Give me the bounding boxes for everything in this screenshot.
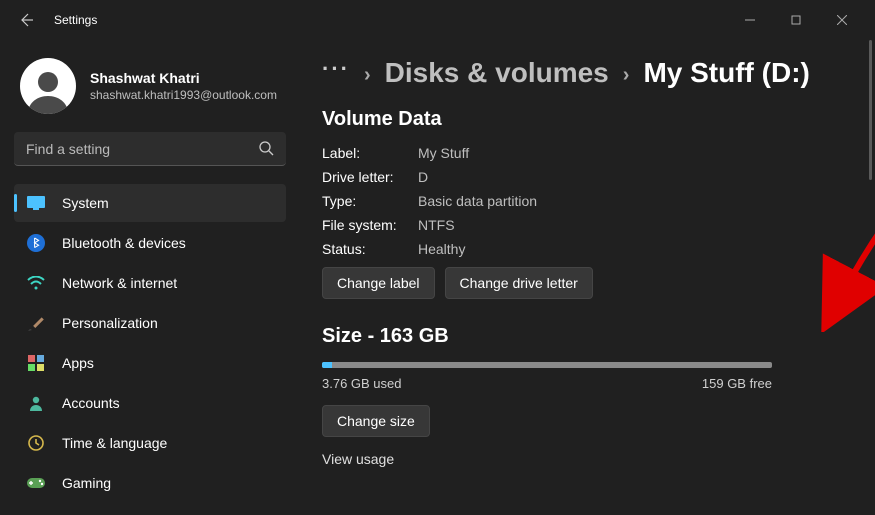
breadcrumb-parent[interactable]: Disks & volumes xyxy=(385,57,609,89)
nav-item-label: Network & internet xyxy=(62,275,177,291)
fs-value: NTFS xyxy=(418,217,455,233)
nav-item-gaming[interactable]: Gaming xyxy=(14,464,286,502)
personalize-icon xyxy=(26,313,46,333)
bluetooth-icon xyxy=(26,233,46,253)
close-button[interactable] xyxy=(819,4,865,36)
scrollbar-thumb[interactable] xyxy=(869,40,872,180)
fs-key: File system: xyxy=(322,217,418,233)
change-label-button[interactable]: Change label xyxy=(322,267,435,299)
nav-item-label: Gaming xyxy=(62,475,111,491)
status-value: Healthy xyxy=(418,241,465,257)
nav-item-label: Accounts xyxy=(62,395,120,411)
user-name: Shashwat Khatri xyxy=(90,70,277,86)
chevron-right-icon: › xyxy=(364,64,371,87)
nav-item-account[interactable]: Accounts xyxy=(14,384,286,422)
nav-item-system[interactable]: System xyxy=(14,184,286,222)
type-key: Type: xyxy=(322,193,418,209)
wifi-icon xyxy=(26,273,46,293)
nav-item-label: Bluetooth & devices xyxy=(62,235,186,251)
status-key: Status: xyxy=(322,241,418,257)
nav-item-label: Apps xyxy=(62,355,94,371)
sidebar: Shashwat Khatri shashwat.khatri1993@outl… xyxy=(0,40,300,515)
time-icon xyxy=(26,433,46,453)
usage-free: 159 GB free xyxy=(702,376,772,391)
window-title: Settings xyxy=(54,13,97,27)
maximize-button[interactable] xyxy=(773,4,819,36)
breadcrumb-current: My Stuff (D:) xyxy=(643,57,809,89)
nav-item-label: Time & language xyxy=(62,435,167,451)
chevron-right-icon: › xyxy=(623,64,630,87)
nav-item-bluetooth[interactable]: Bluetooth & devices xyxy=(14,224,286,262)
system-icon xyxy=(26,193,46,213)
nav-item-label: System xyxy=(62,195,109,211)
titlebar: Settings xyxy=(0,0,875,40)
size-heading: Size - 163 GB xyxy=(322,325,851,348)
nav-item-time[interactable]: Time & language xyxy=(14,424,286,462)
nav-item-apps[interactable]: Apps xyxy=(14,344,286,382)
content-pane: ··· › Disks & volumes › My Stuff (D:) Vo… xyxy=(300,40,875,515)
gaming-icon xyxy=(26,473,46,493)
view-usage-link[interactable]: View usage xyxy=(322,451,851,467)
avatar xyxy=(20,58,76,114)
usage-bar xyxy=(322,362,772,368)
back-button[interactable] xyxy=(10,4,42,36)
nav-item-wifi[interactable]: Network & internet xyxy=(14,264,286,302)
change-size-button[interactable]: Change size xyxy=(322,405,430,437)
label-key: Label: xyxy=(322,145,418,161)
nav-list: System Bluetooth & devices Network & inter… xyxy=(14,184,286,502)
drive-key: Drive letter: xyxy=(322,169,418,185)
minimize-button[interactable] xyxy=(727,4,773,36)
type-value: Basic data partition xyxy=(418,193,537,209)
breadcrumb: ··· › Disks & volumes › My Stuff (D:) xyxy=(322,56,851,90)
search-icon xyxy=(258,140,274,161)
change-drive-letter-button[interactable]: Change drive letter xyxy=(445,267,593,299)
nav-item-label: Personalization xyxy=(62,315,158,331)
volume-data-heading: Volume Data xyxy=(322,108,851,131)
search-box xyxy=(14,132,286,166)
scrollbar[interactable] xyxy=(869,0,872,515)
user-email: shashwat.khatri1993@outlook.com xyxy=(90,88,277,102)
nav-item-personalize[interactable]: Personalization xyxy=(14,304,286,342)
drive-value: D xyxy=(418,169,428,185)
usage-used: 3.76 GB used xyxy=(322,376,402,391)
search-input[interactable] xyxy=(14,132,286,166)
breadcrumb-ellipsis[interactable]: ··· xyxy=(322,56,350,90)
user-profile[interactable]: Shashwat Khatri shashwat.khatri1993@outl… xyxy=(14,50,286,132)
account-icon xyxy=(26,393,46,413)
apps-icon xyxy=(26,353,46,373)
usage-bar-fill xyxy=(322,362,332,368)
label-value: My Stuff xyxy=(418,145,469,161)
